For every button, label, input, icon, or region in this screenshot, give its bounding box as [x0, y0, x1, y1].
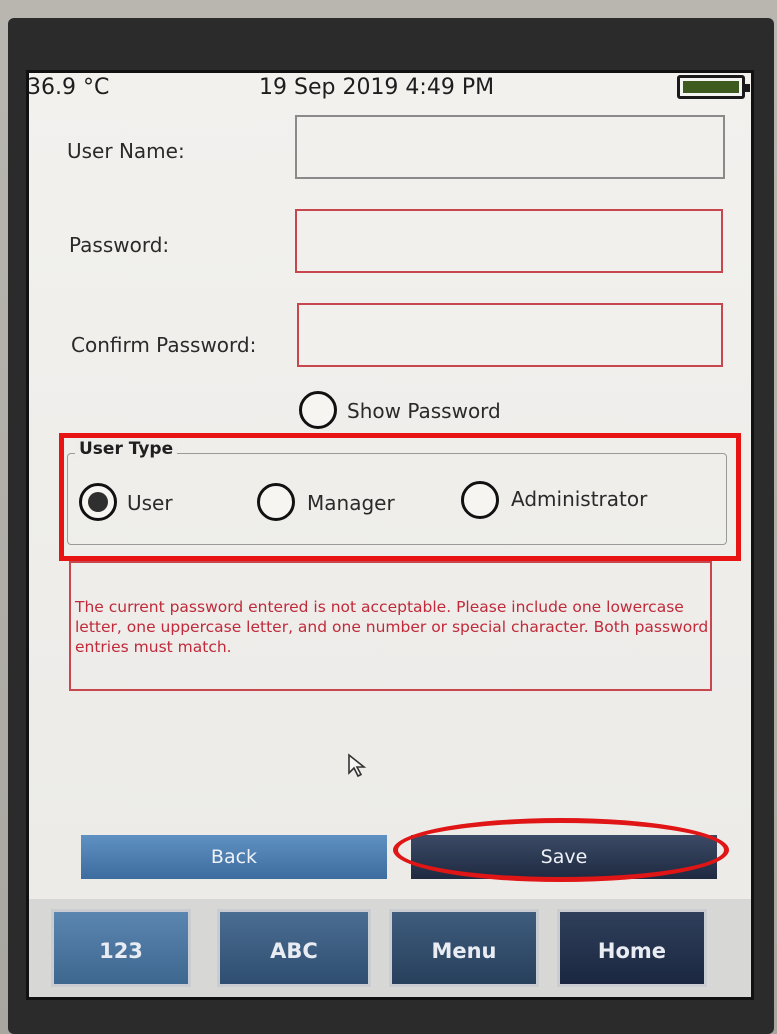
bottom-keybar: 123 ABC Menu Home — [29, 899, 751, 997]
password-input[interactable] — [295, 209, 723, 273]
battery-level-fill — [683, 81, 739, 93]
touch-screen: 36.9 °C 19 Sep 2019 4:49 PM User Name: P… — [26, 70, 754, 1000]
battery-tip — [745, 84, 750, 92]
user-type-title: User Type — [75, 439, 178, 459]
menu-button[interactable]: Menu — [389, 909, 539, 987]
confirm-password-input[interactable] — [297, 303, 723, 367]
cursor-arrow-icon — [348, 753, 367, 778]
error-message-box: The current password entered is not acce… — [69, 561, 712, 691]
user-radio[interactable] — [79, 483, 117, 521]
numeric-keypad-button[interactable]: 123 — [51, 909, 191, 987]
manager-radio-label: Manager — [307, 491, 395, 515]
show-password-radio[interactable] — [299, 391, 337, 429]
user-radio-label: User — [127, 491, 173, 515]
battery-icon — [677, 75, 750, 99]
manager-radio[interactable] — [257, 483, 295, 521]
administrator-radio[interactable] — [461, 481, 499, 519]
show-password-label: Show Password — [347, 399, 501, 423]
username-label: User Name: — [67, 139, 185, 163]
administrator-radio-label: Administrator — [511, 487, 648, 511]
username-input[interactable] — [295, 115, 725, 179]
back-button[interactable]: Back — [81, 835, 387, 879]
home-button[interactable]: Home — [557, 909, 707, 987]
password-label: Password: — [69, 233, 170, 257]
datetime-readout: 19 Sep 2019 4:49 PM — [259, 75, 495, 100]
temperature-readout: 36.9 °C — [27, 75, 110, 100]
alpha-keypad-button[interactable]: ABC — [217, 909, 371, 987]
save-button[interactable]: Save — [411, 835, 717, 879]
confirm-password-label: Confirm Password: — [71, 333, 257, 357]
error-message-text: The current password entered is not acce… — [75, 598, 709, 656]
